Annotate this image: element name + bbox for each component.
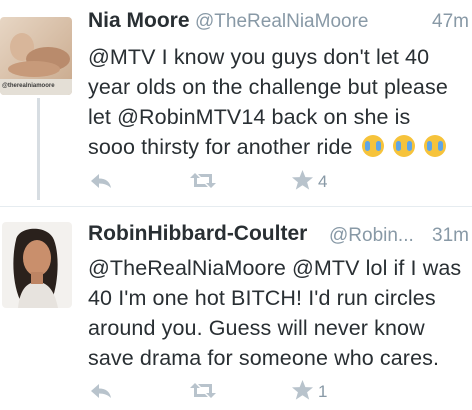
favorite-star-icon[interactable] — [291, 379, 314, 401]
timestamp[interactable]: 47m — [432, 11, 469, 33]
display-name[interactable]: Nia Moore — [88, 9, 190, 33]
tweet-text-fragment: sooo thirsty for another ride — [88, 135, 353, 159]
conversation-thread-line — [37, 98, 40, 200]
tweet-text-line: year olds on the challenge but please — [88, 75, 448, 99]
screen-name[interactable]: @TheRealNiaMoore — [195, 11, 368, 33]
favorite-count: 4 — [318, 172, 328, 191]
favorite-count: 1 — [318, 382, 328, 401]
tweet-text-line: @TheRealNiaMoore @MTV lol if I was — [88, 256, 462, 280]
timestamp[interactable]: 31m — [432, 225, 469, 247]
retweet-icon[interactable] — [190, 382, 216, 399]
avatar[interactable] — [2, 222, 72, 308]
tweet-nia-moore[interactable]: @therealniamoore Nia Moore @TheRealNiaMo… — [0, 0, 472, 206]
retweet-icon[interactable] — [190, 172, 216, 189]
reply-icon[interactable] — [90, 383, 112, 399]
tweet-text-line: @MTV I know you guys don't let 40 — [88, 45, 430, 69]
favorite-star-icon[interactable] — [291, 169, 314, 191]
tweet-robin-hibbard-coulter[interactable]: RobinHibbard-Coulter @Robin... 31m @TheR… — [0, 210, 472, 410]
crying-face-emoji — [392, 135, 415, 157]
crying-face-emoji — [361, 135, 384, 157]
tweet-text-line: 40 I'm one hot BITCH! I'd run circles — [88, 286, 436, 310]
display-name[interactable]: RobinHibbard-Coulter — [88, 222, 307, 246]
tweet-text-line: sooo thirsty for another ride — [88, 135, 446, 160]
crying-face-emoji — [423, 135, 446, 157]
tweet-text-line: around you. Guess will never know — [88, 316, 425, 340]
tweet-divider — [0, 206, 472, 207]
avatar[interactable]: @therealniamoore — [0, 17, 72, 95]
avatar-photo — [2, 222, 72, 308]
tweet-text-line: save drama for someone who cares. — [88, 346, 440, 370]
screen-name[interactable]: @Robin... — [329, 225, 414, 247]
reply-icon[interactable] — [90, 173, 112, 189]
avatar-watermark: @therealniamoore — [2, 83, 55, 89]
tweet-text-line: let @RobinMTV14 back on she is — [88, 105, 411, 129]
